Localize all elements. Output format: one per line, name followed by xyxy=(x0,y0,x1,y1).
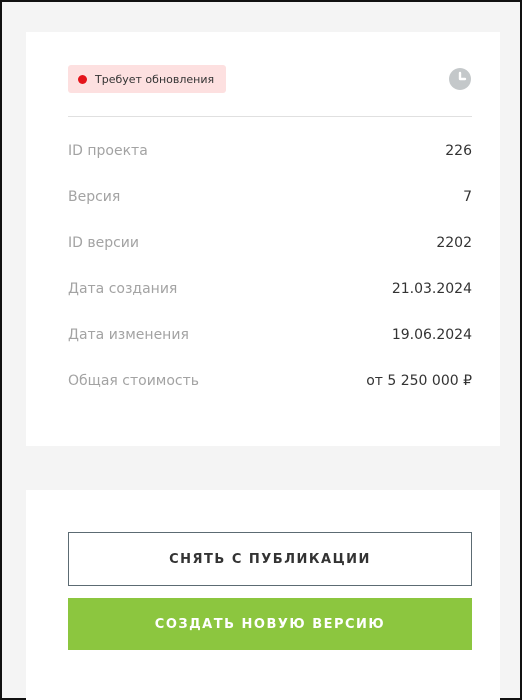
detail-row-modified: Дата изменения 19.06.2024 xyxy=(68,312,472,358)
project-info-card: Требует обновления ID проекта 226 Версия… xyxy=(26,32,500,446)
status-badge-label: Требует обновления xyxy=(95,72,215,86)
status-badge: Требует обновления xyxy=(68,65,227,93)
detail-value: от 5 250 000 ₽ xyxy=(366,373,472,389)
page-frame: Требует обновления ID проекта 226 Версия… xyxy=(0,0,522,700)
status-dot-icon xyxy=(78,74,87,84)
detail-value: 19.06.2024 xyxy=(391,327,472,343)
detail-label: Дата создания xyxy=(68,281,178,297)
unpublish-button[interactable]: СНЯТЬ С ПУБЛИКАЦИИ xyxy=(68,532,472,586)
detail-label: Дата изменения xyxy=(68,327,189,343)
detail-value: 2202 xyxy=(436,235,472,251)
clock-icon[interactable] xyxy=(448,67,472,91)
actions-card: СНЯТЬ С ПУБЛИКАЦИИ СОЗДАТЬ НОВУЮ ВЕРСИЮ xyxy=(26,490,500,700)
detail-label: Версия xyxy=(68,189,121,205)
detail-value: 7 xyxy=(463,189,472,205)
detail-label: Общая стоимость xyxy=(68,373,200,389)
detail-value: 21.03.2024 xyxy=(391,281,472,297)
detail-label: ID версии xyxy=(68,235,140,251)
detail-label: ID проекта xyxy=(68,143,148,159)
detail-row-project-id: ID проекта 226 xyxy=(68,128,472,174)
detail-value: 226 xyxy=(445,143,472,159)
detail-row-version: Версия 7 xyxy=(68,174,472,220)
details-list: ID проекта 226 Версия 7 ID версии 2202 Д… xyxy=(68,128,472,404)
create-new-version-button[interactable]: СОЗДАТЬ НОВУЮ ВЕРСИЮ xyxy=(68,598,472,650)
detail-row-version-id: ID версии 2202 xyxy=(68,220,472,266)
divider xyxy=(68,116,472,117)
detail-row-created: Дата создания 21.03.2024 xyxy=(68,266,472,312)
detail-row-total-cost: Общая стоимость от 5 250 000 ₽ xyxy=(68,358,472,404)
status-row: Требует обновления xyxy=(68,62,472,96)
